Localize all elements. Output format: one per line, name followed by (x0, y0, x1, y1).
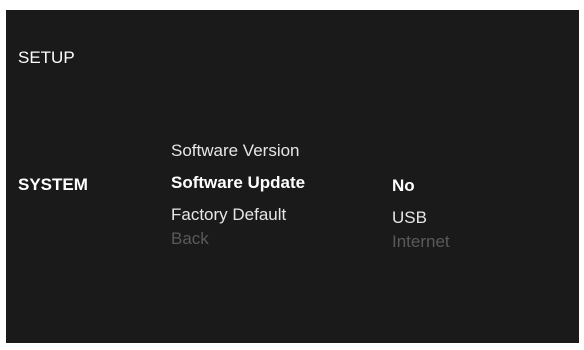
menu-item-software-update[interactable]: Software Update (171, 172, 305, 204)
page-title: SETUP (18, 48, 75, 67)
setup-screen: SETUP SYSTEM Software Version Software U… (6, 10, 579, 343)
menu-item-back[interactable]: Back (171, 228, 305, 260)
system-menu: Software Version Software Update Factory… (171, 140, 305, 260)
option-internet[interactable]: Internet (392, 231, 450, 263)
menu-item-software-version[interactable]: Software Version (171, 140, 305, 172)
option-usb[interactable]: USB (392, 207, 450, 231)
update-options: No USB Internet (392, 175, 450, 263)
option-no[interactable]: No (392, 175, 450, 207)
category-label-system[interactable]: SYSTEM (18, 175, 88, 195)
menu-item-factory-default[interactable]: Factory Default (171, 204, 305, 228)
